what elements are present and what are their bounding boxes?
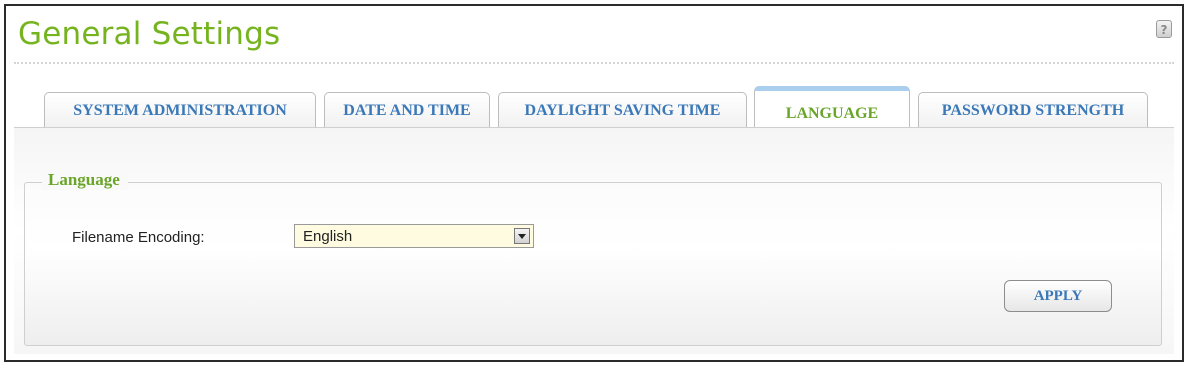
apply-button[interactable]: APPLY bbox=[1004, 280, 1112, 312]
tab-system-administration[interactable]: SYSTEM ADMINISTRATION bbox=[44, 92, 316, 128]
tab-daylight-saving-time[interactable]: DAYLIGHT SAVING TIME bbox=[498, 92, 747, 128]
general-settings-window: General Settings ? SYSTEM ADMINISTRATION… bbox=[4, 4, 1184, 362]
page-title: General Settings bbox=[18, 16, 281, 52]
title-divider bbox=[14, 62, 1174, 64]
tab-language[interactable]: LANGUAGE bbox=[754, 86, 910, 128]
filename-encoding-value: English bbox=[303, 228, 353, 245]
chevron-down-icon[interactable] bbox=[514, 228, 530, 244]
language-section-legend: Language bbox=[42, 170, 128, 190]
help-icon[interactable]: ? bbox=[1156, 20, 1172, 38]
filename-encoding-select[interactable]: English bbox=[294, 224, 534, 248]
tab-date-and-time[interactable]: DATE AND TIME bbox=[324, 92, 490, 128]
language-fieldset bbox=[24, 182, 1162, 346]
filename-encoding-label: Filename Encoding: bbox=[72, 229, 205, 246]
tab-password-strength[interactable]: PASSWORD STRENGTH bbox=[918, 92, 1148, 128]
language-tab-panel: Language Filename Encoding: English APPL… bbox=[14, 128, 1174, 354]
